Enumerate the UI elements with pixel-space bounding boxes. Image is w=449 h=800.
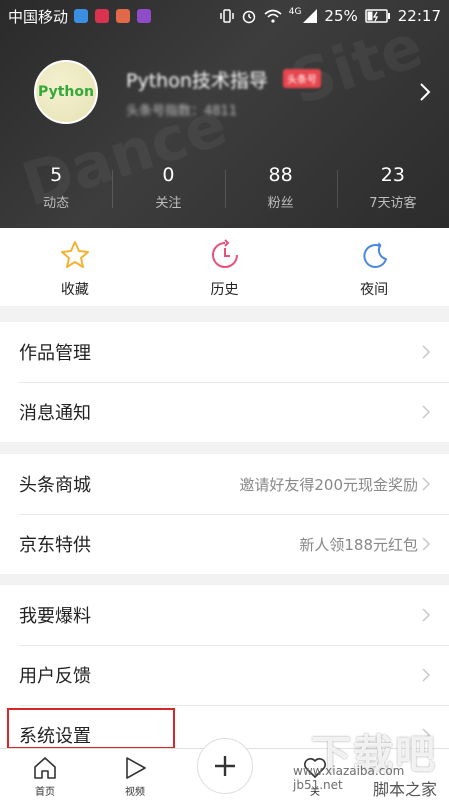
stat-posts[interactable]: 5 动态 — [0, 160, 112, 220]
stat-visitors[interactable]: 23 7天访客 — [336, 160, 449, 220]
avatar-text: Python — [38, 84, 94, 100]
stat-label: 7天访客 — [369, 196, 417, 211]
stat-value: 88 — [268, 164, 293, 186]
history-button[interactable]: 历史 — [150, 228, 300, 306]
app-notification-icon — [74, 9, 89, 23]
tab-label: 视频 — [125, 787, 145, 798]
stat-followers[interactable]: 88 粉丝 — [224, 160, 337, 220]
stat-label: 关注 — [155, 196, 182, 211]
site-watermark: 下载吧 www.xiazaiba.com jb51.net 脚本之家 — [293, 720, 443, 800]
stat-label: 动态 — [43, 196, 70, 211]
menu-item-promo: 新人领188元红包 — [299, 535, 418, 554]
battery-percent: 25% — [324, 7, 358, 25]
tab-home[interactable]: 首页 — [0, 749, 90, 800]
menu-item-label: 消息通知 — [19, 403, 91, 424]
menu-item-label: 作品管理 — [19, 343, 91, 364]
menu-item-report[interactable]: 我要爆料 — [0, 585, 449, 645]
profile-header: Dance Site 中国移动 4G 25% 22:17 Python Pyth… — [0, 0, 449, 228]
menu-item-label: 我要爆料 — [19, 606, 91, 627]
user-badge: 头条号 — [283, 69, 321, 88]
app-notification-icon — [137, 9, 152, 23]
stat-label: 粉丝 — [267, 196, 294, 211]
clock-icon — [211, 239, 238, 268]
home-icon — [34, 757, 56, 779]
favorites-button[interactable]: 收藏 — [0, 228, 150, 306]
menu-item-feedback[interactable]: 用户反馈 — [0, 645, 449, 705]
vibrate-icon — [219, 9, 234, 23]
user-name[interactable]: Python技术指导 — [126, 66, 268, 93]
app-notification-icon — [95, 9, 110, 23]
chevron-right-icon — [422, 608, 431, 622]
menu-item-promo: 邀请好友得200元现金奖励 — [239, 475, 418, 494]
menu-item-mall[interactable]: 头条商城 邀请好友得200元现金奖励 — [0, 454, 449, 514]
menu-item-label: 京东特供 — [19, 535, 91, 556]
user-subtitle: 头条号指数：4811 — [126, 104, 238, 119]
chevron-right-icon — [422, 405, 431, 419]
stat-value: 23 — [380, 164, 405, 186]
carrier-name: 中国移动 — [8, 7, 69, 26]
star-icon — [60, 241, 89, 268]
clock-time: 22:17 — [397, 7, 441, 25]
tab-label: 首页 — [35, 787, 55, 798]
battery-icon — [365, 9, 390, 23]
menu-item-jd[interactable]: 京东特供 新人领188元红包 — [0, 514, 449, 574]
avatar[interactable]: Python — [34, 60, 98, 124]
quick-actions: 收藏 历史 夜间 — [0, 228, 449, 306]
chevron-right-icon — [422, 668, 431, 682]
night-mode-button[interactable]: 夜间 — [299, 228, 449, 306]
stat-value: 5 — [50, 164, 63, 186]
chevron-right-icon — [422, 537, 431, 551]
menu-item-label: 用户反馈 — [19, 666, 91, 687]
menu-group-2: 头条商城 邀请好友得200元现金奖励 京东特供 新人领188元红包 — [0, 454, 449, 574]
night-mode-label: 夜间 — [360, 282, 389, 298]
wifi-icon — [264, 9, 282, 23]
chevron-right-icon — [422, 477, 431, 491]
tab-video[interactable]: 视频 — [90, 749, 180, 800]
chevron-right-icon — [422, 345, 431, 359]
stats-row: 5 动态 0 关注 88 粉丝 23 7天访客 — [0, 160, 449, 220]
favorites-label: 收藏 — [60, 282, 89, 298]
network-type: 4G — [288, 7, 302, 17]
menu-group-1: 作品管理 消息通知 — [0, 322, 449, 442]
stat-value: 0 — [162, 164, 175, 186]
moon-icon — [363, 242, 388, 268]
chevron-right-icon[interactable] — [419, 82, 431, 102]
settings-highlight-box — [7, 708, 175, 749]
history-label: 历史 — [210, 282, 239, 298]
publish-button[interactable] — [197, 738, 253, 794]
menu-item-label: 头条商城 — [19, 475, 91, 496]
play-icon — [126, 757, 146, 779]
signal-icon — [303, 9, 318, 23]
status-bar: 中国移动 4G 25% 22:17 — [0, 0, 449, 32]
menu-item-works[interactable]: 作品管理 — [0, 322, 449, 382]
plus-icon — [215, 756, 235, 776]
app-notification-icon — [116, 9, 131, 23]
watermark-subtitle: 脚本之家 — [372, 780, 437, 799]
menu-item-notifications[interactable]: 消息通知 — [0, 382, 449, 442]
stat-following[interactable]: 0 关注 — [112, 160, 224, 220]
alarm-icon — [242, 10, 255, 24]
